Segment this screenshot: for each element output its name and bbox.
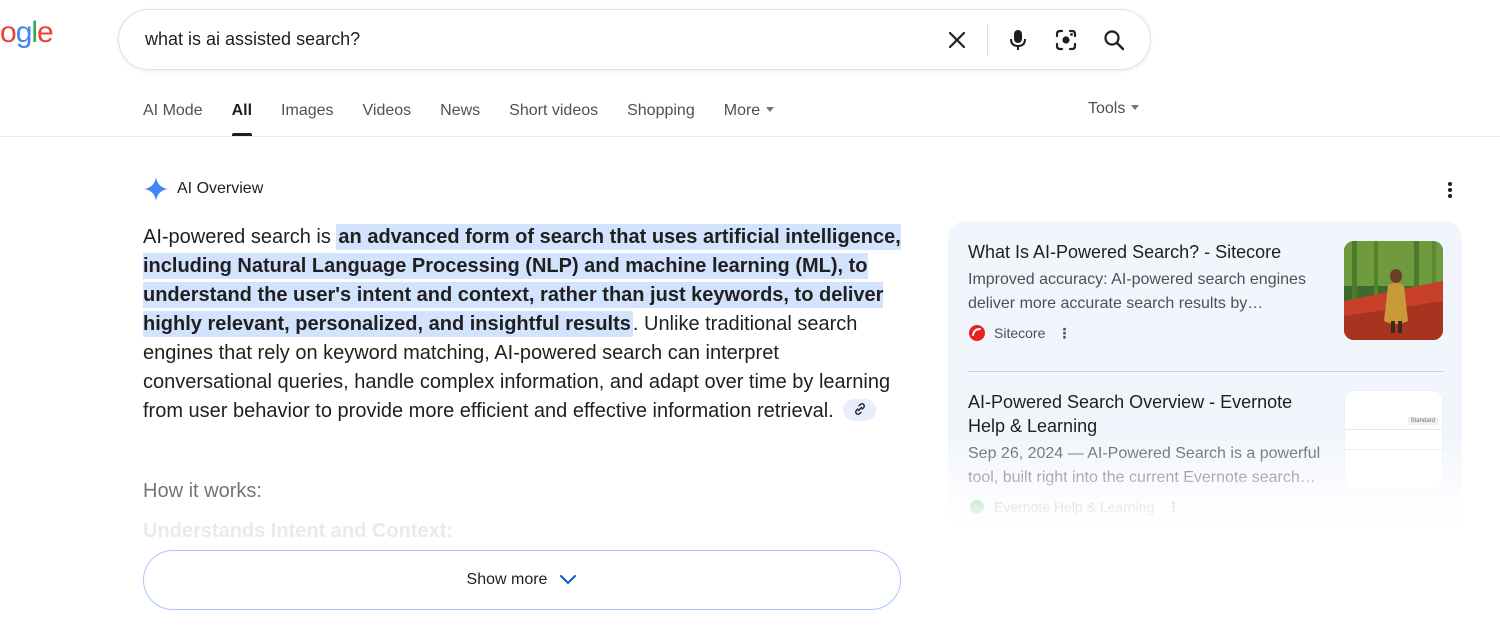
source-menu-button[interactable]: ⋮ [1057, 325, 1071, 342]
show-more-button[interactable]: Show more [143, 550, 901, 610]
search-icon [1104, 29, 1125, 50]
search-input[interactable]: what is ai assisted search? [145, 29, 360, 50]
thumbnail-tag: Standard [1407, 417, 1438, 425]
source-title[interactable]: AI-Powered Search Overview - Evernote He… [968, 390, 1333, 438]
source-title[interactable]: What Is AI-Powered Search? - Sitecore [968, 240, 1333, 264]
how-it-works-heading: How it works: [143, 480, 262, 502]
link-icon [854, 402, 865, 415]
tab-shopping[interactable]: Shopping [627, 100, 695, 136]
source-divider [968, 371, 1443, 372]
search-button[interactable] [1090, 16, 1138, 64]
tab-images[interactable]: Images [281, 100, 333, 136]
logo-letter: e [37, 16, 54, 49]
logo-letter: o [0, 16, 17, 49]
source-card[interactable]: AI-Powered Search Overview - Evernote He… [968, 390, 1443, 516]
tab-more-label: More [723, 102, 761, 119]
faded-subheading: Understands Intent and Context: [143, 520, 454, 542]
ai-overview-header: AI Overview [143, 176, 263, 202]
ai-overview-menu-button[interactable] [1440, 178, 1460, 202]
source-site: Evernote Help & Learning [994, 499, 1155, 515]
thumbnail-line [1345, 449, 1442, 450]
evernote-favicon-icon [970, 500, 984, 514]
header-divider [0, 136, 1500, 137]
tab-videos[interactable]: Videos [363, 100, 412, 136]
clear-search-button[interactable] [933, 16, 981, 64]
search-box[interactable]: what is ai assisted search? [118, 9, 1151, 70]
tab-more[interactable]: More [723, 100, 775, 136]
tab-short-videos[interactable]: Short videos [509, 100, 598, 136]
source-snippet: Improved accuracy: AI-powered search eng… [968, 271, 1306, 312]
source-thumbnail[interactable]: Standard [1344, 390, 1443, 489]
tab-news[interactable]: News [440, 100, 480, 136]
source-thumbnail[interactable] [1344, 241, 1443, 340]
source-meta: Evernote Help & Learning ⋮ [968, 498, 1443, 516]
thumbnail-image [1344, 241, 1443, 340]
ai-overview-title: AI Overview [177, 180, 264, 197]
chevron-down-icon [560, 575, 577, 585]
close-icon [948, 31, 966, 48]
source-site: Sitecore [994, 325, 1046, 341]
search-divider [987, 23, 988, 56]
logo-letters: ogle [0, 16, 54, 50]
sources-panel: What Is AI-Powered Search? - Sitecore Im… [948, 221, 1462, 531]
source-snippet: Sep 26, 2024 — AI-Powered Search is a po… [968, 445, 1321, 486]
search-tabs: AI Mode All Images Videos News Short vid… [143, 100, 803, 136]
overview-lead: AI-powered search is [143, 226, 337, 248]
show-more-label: Show more [466, 571, 548, 588]
sparkle-icon [144, 177, 168, 201]
thumbnail-line [1345, 429, 1442, 430]
source-menu-button[interactable]: ⋮ [1166, 499, 1180, 516]
more-vert-icon [1448, 182, 1452, 198]
source-card[interactable]: What Is AI-Powered Search? - Sitecore Im… [968, 240, 1443, 342]
voice-search-button[interactable] [994, 16, 1042, 64]
sitecore-favicon-icon [969, 325, 985, 341]
source-link-chip[interactable] [843, 398, 877, 421]
caret-down-icon [766, 107, 775, 113]
tools-button[interactable]: Tools [1088, 100, 1140, 118]
camera-lens-icon [1055, 29, 1077, 50]
lens-search-button[interactable] [1042, 16, 1090, 64]
tools-label: Tools [1088, 100, 1126, 117]
google-logo[interactable]: ogle [0, 16, 54, 50]
tab-all[interactable]: All [231, 100, 253, 136]
caret-down-icon [1131, 105, 1140, 111]
tab-ai-mode[interactable]: AI Mode [143, 100, 203, 136]
ai-overview-text: AI-powered search is an advanced form of… [143, 223, 903, 426]
microphone-icon [1010, 29, 1026, 50]
logo-letter: g [15, 16, 33, 49]
